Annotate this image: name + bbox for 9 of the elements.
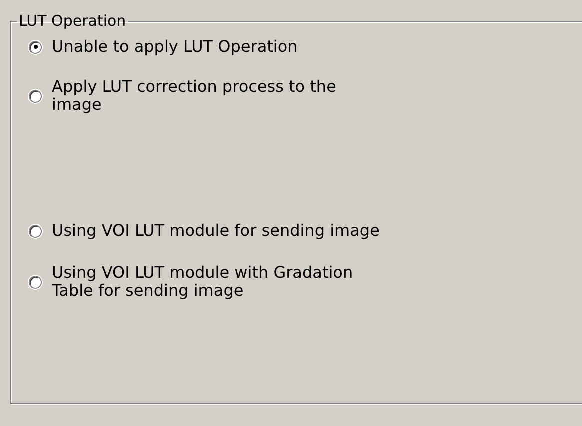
radio-button[interactable] [29, 40, 42, 54]
radio-button[interactable] [29, 276, 42, 288]
radio-option[interactable]: Unable to apply LUT Operation [29, 38, 298, 56]
radio-option[interactable]: Using VOI LUT module with Gradation Table for sending image [29, 264, 354, 300]
radio-option[interactable]: Using VOI LUT module for sending image [29, 222, 380, 240]
radio-button[interactable] [29, 224, 42, 238]
radio-option[interactable]: Apply LUT correction process to the image [29, 78, 336, 114]
group-title: LUT Operation [18, 12, 128, 30]
radio-button[interactable] [29, 90, 42, 102]
